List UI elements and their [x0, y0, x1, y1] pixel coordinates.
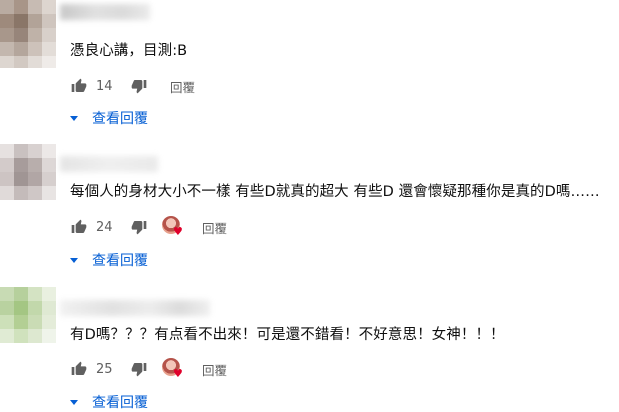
author-name[interactable]: [60, 4, 150, 20]
view-replies-label: 查看回覆: [92, 395, 148, 411]
like-count: 14: [96, 78, 113, 94]
reply-button[interactable]: 回覆: [202, 218, 227, 237]
comment-actions: 24 ♥ 回覆: [70, 216, 227, 238]
view-replies-label: 查看回覆: [92, 111, 148, 127]
thumbs-up-icon[interactable]: [70, 77, 88, 95]
avatar[interactable]: [0, 0, 56, 68]
like-count: 24: [96, 219, 113, 235]
comment-text: 有D嗎？？？有点看不出來！可是還不錯看！不好意思！女神！！！: [70, 327, 505, 343]
thumbs-down-icon[interactable]: [130, 218, 148, 236]
creator-heart-badge: ♥: [162, 216, 184, 238]
thumbs-up-icon[interactable]: [70, 218, 88, 236]
creator-heart-icon: ♥: [173, 367, 183, 380]
avatar[interactable]: [0, 287, 56, 343]
reply-button[interactable]: 回覆: [170, 77, 195, 96]
thumbs-up-icon[interactable]: [70, 360, 88, 378]
reply-button[interactable]: 回覆: [202, 360, 227, 379]
avatar[interactable]: [0, 144, 56, 200]
like-count: 25: [96, 361, 113, 377]
creator-heart-icon: ♥: [173, 225, 183, 238]
thumbs-down-icon[interactable]: [130, 360, 148, 378]
thumbs-down-icon[interactable]: [130, 77, 148, 95]
comment-actions: 25 ♥ 回覆: [70, 358, 227, 380]
comment-text: 每個人的身材大小不一樣 有些D就真的超大 有些D 還會懷疑那種你是真的D嗎……: [70, 184, 600, 200]
author-name[interactable]: [60, 156, 158, 172]
view-replies-button[interactable]: 查看回覆: [70, 108, 148, 128]
comment-text: 憑良心講，目測:B: [70, 43, 188, 59]
creator-heart-badge: ♥: [162, 358, 184, 380]
author-name[interactable]: [60, 300, 210, 316]
triangle-down-icon: [70, 399, 78, 405]
view-replies-button[interactable]: 查看回覆: [70, 392, 148, 412]
triangle-down-icon: [70, 257, 78, 263]
comment-actions: 14 回覆: [70, 75, 195, 97]
view-replies-button[interactable]: 查看回覆: [70, 250, 148, 270]
triangle-down-icon: [70, 115, 78, 121]
view-replies-label: 查看回覆: [92, 253, 148, 269]
